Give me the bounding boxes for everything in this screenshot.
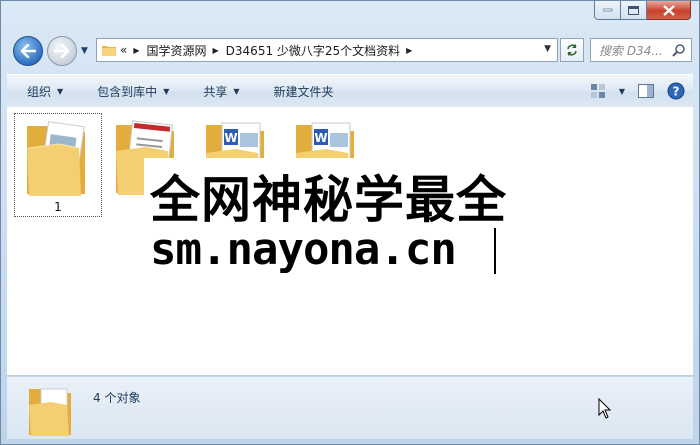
refresh-icon [567, 44, 577, 56]
view-options-dropdown-icon[interactable]: ▼ [617, 80, 627, 102]
watermark-line-1: 全网神秘学最全 [150, 171, 507, 229]
include-library-label: 包含到库中 [97, 84, 158, 99]
svg-text:W: W [224, 131, 237, 145]
details-pane: 4 个对象 [7, 377, 693, 439]
recent-pages-dropdown-icon[interactable]: ▼ [81, 46, 88, 56]
breadcrumb-item-root[interactable]: 国学资源网 [147, 42, 207, 59]
watermark-overlay: 全网神秘学最全 sm.nayona.cn [144, 158, 554, 282]
window-controls [594, 1, 691, 20]
file-item[interactable]: 1 [14, 113, 102, 217]
watermark-line-2: sm.nayona.cn [150, 224, 457, 275]
chevron-down-icon: ▼ [163, 86, 170, 96]
file-name: 1 [54, 200, 62, 214]
breadcrumb-prefix[interactable]: « [120, 43, 127, 57]
address-dropdown-icon[interactable]: ▼ [544, 44, 551, 54]
search-icon[interactable] [672, 43, 686, 57]
navigation-bar: ▼ « ▶ 国学资源网 ▶ D34651 少微八字25个文档资料 ▶ ▼ 搜索 … [1, 32, 699, 70]
back-button[interactable] [13, 36, 43, 66]
chevron-right-icon[interactable]: ▶ [406, 46, 412, 55]
folder-icon [102, 46, 116, 56]
minimize-icon [602, 8, 612, 12]
close-button[interactable] [647, 1, 691, 20]
search-input[interactable]: 搜索 D34... [590, 38, 692, 62]
new-folder-button[interactable]: 新建文件夹 [254, 83, 348, 100]
command-toolbar: 组织 ▼ 包含到库中 ▼ 共享 ▼ 新建文件夹 ▼ ? [7, 74, 693, 108]
share-label: 共享 [203, 84, 228, 99]
help-button[interactable]: ? [665, 80, 687, 102]
address-bar[interactable]: « ▶ 国学资源网 ▶ D34651 少微八字25个文档资料 ▶ ▼ [96, 38, 558, 62]
breadcrumb-item-current[interactable]: D34651 少微八字25个文档资料 [226, 42, 401, 59]
folder-icon [29, 388, 71, 436]
new-folder-label: 新建文件夹 [273, 84, 334, 99]
preview-pane-icon [638, 84, 654, 98]
chevron-right-icon[interactable]: ▶ [133, 46, 139, 55]
search-placeholder: 搜索 D34... [599, 43, 663, 58]
svg-text:W: W [314, 131, 327, 145]
help-icon: ? [667, 82, 685, 100]
text-caret [494, 228, 496, 274]
share-button[interactable]: 共享 ▼ [183, 83, 253, 100]
item-count-text: 4 个对象 [93, 391, 141, 405]
organize-button[interactable]: 组织 ▼ [7, 83, 77, 100]
close-icon [662, 4, 675, 16]
chevron-down-icon: ▼ [57, 86, 64, 96]
refresh-button[interactable] [560, 38, 584, 62]
folder-with-documents-icon [27, 121, 85, 196]
toolbar-right-group: ▼ ? [587, 80, 687, 102]
change-view-button[interactable] [587, 80, 609, 102]
svg-text:?: ? [673, 85, 680, 99]
forward-button[interactable] [47, 36, 77, 66]
mouse-pointer-icon [598, 398, 612, 419]
back-arrow-icon [20, 44, 36, 58]
chevron-down-icon: ▼ [233, 86, 240, 96]
chevron-right-icon[interactable]: ▶ [213, 46, 219, 55]
maximize-icon [628, 5, 639, 15]
view-grid-icon [591, 84, 605, 98]
include-in-library-button[interactable]: 包含到库中 ▼ [77, 83, 183, 100]
organize-label: 组织 [27, 84, 52, 99]
preview-pane-button[interactable] [635, 80, 657, 102]
forward-arrow-icon [54, 44, 70, 58]
maximize-button[interactable] [621, 1, 647, 20]
minimize-button[interactable] [594, 1, 621, 20]
